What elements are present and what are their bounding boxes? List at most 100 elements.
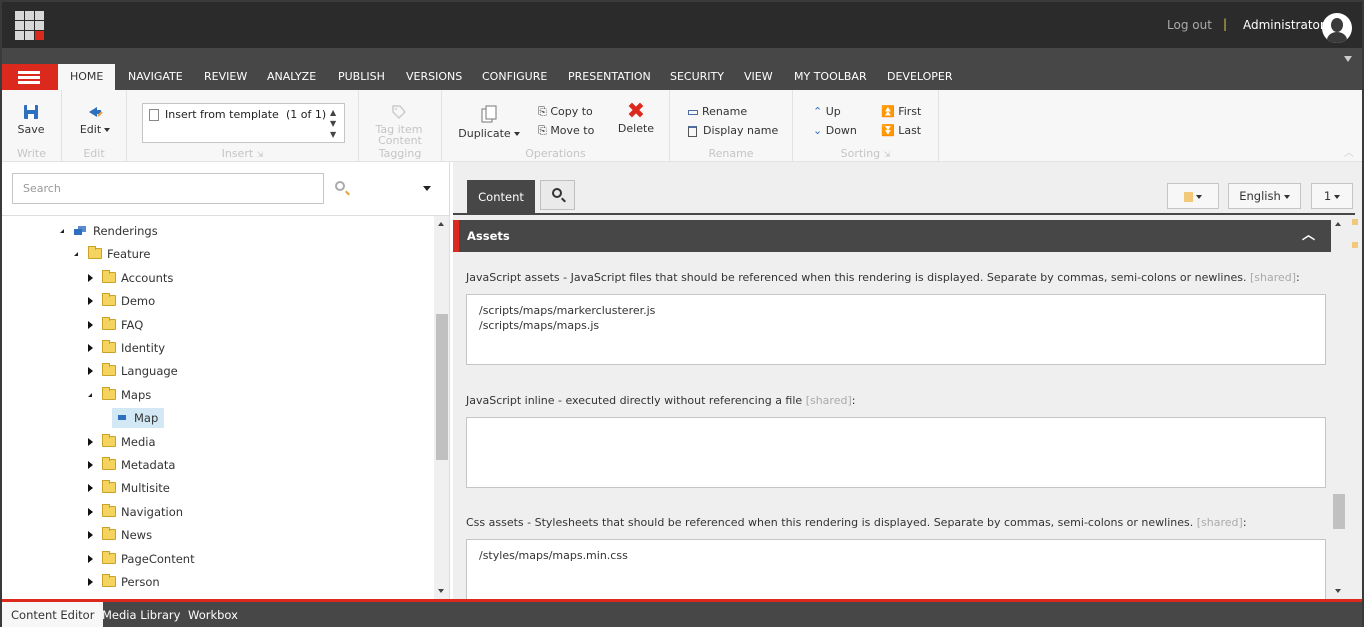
tree-node-label: Accounts (121, 270, 174, 285)
tree-node-label: FAQ (121, 317, 144, 332)
tree-node[interactable]: Demo (88, 291, 161, 311)
tree-node[interactable]: Multisite (88, 478, 176, 498)
field-label-javascript-assets: JavaScript assets - JavaScript files tha… (466, 271, 1300, 284)
edit-button[interactable]: Edit (77, 104, 113, 136)
tree-node[interactable]: Person (88, 572, 166, 592)
expand-arrow-icon[interactable] (88, 507, 93, 516)
tree-node[interactable]: Language (88, 361, 184, 381)
save-button[interactable]: Save (16, 104, 46, 136)
copy-to-button[interactable]: ⎘ Copy to (538, 105, 593, 119)
tree-node[interactable]: Feature (74, 244, 156, 264)
sort-up-button[interactable]: ⌃ Up (813, 105, 841, 118)
duplicate-button[interactable]: Duplicate (458, 104, 520, 140)
gallery-scroll[interactable]: ▲ ▼ ▼ (330, 107, 338, 140)
move-to-button[interactable]: ⎘ Move to (538, 124, 594, 138)
tree-node[interactable]: Metadata (88, 455, 181, 475)
sort-first-button[interactable]: ⏫ First (881, 105, 921, 118)
display-name-icon (688, 125, 697, 137)
tree-node-label: Language (121, 364, 178, 379)
search-options-dropdown[interactable] (423, 186, 431, 191)
tab-media-library[interactable]: Media Library (93, 602, 189, 627)
tree-node[interactable]: Map (112, 408, 165, 429)
tab-review[interactable]: REVIEW (192, 64, 259, 90)
ribbon: Save Write Edit Edit Insert from templat… (2, 90, 1362, 162)
tree-node[interactable]: PageContent (88, 549, 201, 569)
tree-node-label: Identity (121, 341, 166, 355)
expand-arrow-icon[interactable] (88, 297, 93, 306)
language-dropdown[interactable]: English (1228, 183, 1301, 209)
expand-arrow-icon[interactable] (88, 367, 93, 376)
tab-workbox[interactable]: Workbox (179, 602, 247, 627)
logout-link[interactable]: Log out (1167, 18, 1212, 32)
css-assets-field[interactable] (466, 539, 1326, 601)
user-name[interactable]: Administrator (1243, 18, 1325, 32)
tab-security[interactable]: SECURITY (658, 64, 736, 90)
tree-node[interactable]: Accounts (88, 268, 179, 288)
tab-home[interactable]: HOME (58, 64, 116, 90)
tab-publish[interactable]: PUBLISH (326, 64, 397, 90)
collapse-section-icon[interactable]: ︿ (1302, 220, 1315, 252)
editor-scrollbar[interactable] (1333, 216, 1345, 599)
collapse-arrow-icon[interactable] (74, 252, 78, 257)
tree-node[interactable]: Navigation (88, 502, 189, 522)
tab-developer[interactable]: DEVELOPER (875, 64, 965, 90)
insert-from-template[interactable]: Insert from template (165, 108, 279, 121)
tab-view[interactable]: VIEW (732, 64, 785, 90)
expand-arrow-icon[interactable] (88, 437, 93, 446)
tree-scrollbar[interactable] (434, 216, 449, 599)
menu-hamburger-icon[interactable] (2, 64, 58, 90)
search-tab[interactable] (540, 180, 575, 210)
section-header-assets[interactable]: Assets ︿ (453, 220, 1331, 252)
group-sorting: ⌃ Up ⌄ Down ⏫ First ⏬ Last Sorting ⇲ (793, 90, 939, 162)
tab-analyze[interactable]: ANALYZE (255, 64, 328, 90)
tab-versions[interactable]: VERSIONS (394, 64, 474, 90)
sitecore-content-editor: Log out | Administrator HOME NAVIGATE RE… (0, 0, 1364, 627)
group-rename: Rename Display name Rename (670, 90, 793, 162)
display-name-button[interactable]: Display name (688, 124, 778, 137)
expand-arrow-icon[interactable] (88, 273, 93, 282)
collapse-arrow-icon[interactable] (60, 229, 64, 233)
javascript-inline-field[interactable] (466, 417, 1326, 488)
tree-node[interactable]: News (88, 525, 158, 545)
group-label-tagging: Content Tagging (378, 134, 422, 160)
expand-arrow-icon[interactable] (88, 578, 93, 586)
validation-marker[interactable] (1352, 242, 1358, 248)
sort-down-button[interactable]: ⌄ Down (813, 124, 857, 137)
delete-button[interactable]: ✖ Delete (616, 101, 656, 136)
launchpad-logo-icon[interactable] (15, 11, 45, 41)
collapse-arrow-icon[interactable] (88, 392, 92, 397)
version-dropdown[interactable]: 1 (1311, 183, 1353, 209)
rename-button[interactable]: Rename (688, 105, 747, 118)
validation-dropdown[interactable] (1167, 183, 1219, 209)
search-input[interactable]: Search (12, 173, 324, 204)
tree-node[interactable]: Maps (88, 385, 157, 405)
tree-node-label: Multisite (121, 481, 170, 496)
tab-my-toolbar[interactable]: MY TOOLBAR (782, 64, 879, 90)
validation-marker[interactable] (1352, 219, 1358, 225)
tab-navigate[interactable]: NAVIGATE (116, 64, 195, 90)
expand-arrow-icon[interactable] (88, 344, 93, 352)
expand-arrow-icon[interactable] (88, 554, 93, 563)
tab-presentation[interactable]: PRESENTATION (556, 64, 663, 90)
javascript-assets-field[interactable] (466, 294, 1326, 365)
search-icon[interactable] (335, 181, 345, 191)
global-header: Log out | Administrator (2, 2, 1362, 48)
tree-node[interactable]: Renderings (60, 221, 164, 241)
tree-node[interactable]: Media (88, 432, 162, 452)
collapse-ribbon-icon[interactable]: ︿ (1344, 144, 1354, 159)
expand-arrow-icon[interactable] (88, 531, 93, 540)
folder-icon (102, 480, 116, 494)
tab-configure[interactable]: CONFIGURE (470, 64, 559, 90)
expand-arrow-icon[interactable] (88, 320, 93, 329)
tab-content-editor[interactable]: Content Editor (2, 602, 104, 627)
tree-node[interactable]: FAQ (88, 315, 149, 335)
sort-last-button[interactable]: ⏬ Last (881, 124, 921, 137)
insert-gallery[interactable]: Insert from template (1 of 1) ▲ ▼ ▼ (142, 103, 345, 143)
expand-arrow-icon[interactable] (88, 461, 93, 469)
avatar-icon[interactable] (1322, 13, 1352, 43)
expand-arrow-icon[interactable] (88, 484, 93, 493)
group-content-tagging: Tag item Content Tagging (359, 90, 442, 162)
content-tab[interactable]: Content (467, 180, 535, 214)
ribbon-toggle-icon[interactable] (1344, 56, 1352, 62)
tree-node[interactable]: Identity (88, 338, 171, 358)
